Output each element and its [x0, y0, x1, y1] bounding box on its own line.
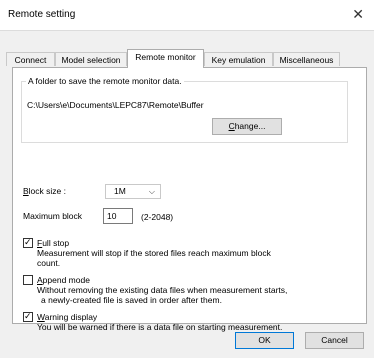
window-title: Remote setting: [8, 9, 76, 20]
max-block-input[interactable]: 10: [103, 208, 133, 224]
full-stop-checkbox[interactable]: ✓: [23, 237, 33, 248]
tab-miscellaneous[interactable]: Miscellaneous: [273, 52, 340, 66]
warning-display-desc: You will be warned if there is a data fi…: [37, 322, 283, 332]
title-bar: Remote setting ✕: [0, 0, 374, 30]
full-stop-desc-2: count.: [37, 258, 61, 268]
block-size-value: 1M: [114, 186, 126, 196]
folder-path: C:\Users\e\Documents\LEPC87\Remote\Buffe…: [27, 100, 204, 110]
warning-display-label[interactable]: Warning display: [37, 312, 97, 322]
change-button[interactable]: Change...: [212, 118, 282, 135]
full-stop-label[interactable]: Full stop: [37, 238, 69, 248]
append-mode-label[interactable]: Append mode: [37, 275, 90, 285]
tab-connect[interactable]: Connect: [6, 52, 55, 66]
tab-key-emulation[interactable]: Key emulation: [204, 52, 273, 66]
tab-strip: Connect Model selection Remote monitor K…: [6, 49, 366, 68]
append-mode-desc-2: a newly-created file is saved in order a…: [41, 295, 222, 305]
warning-display-checkbox[interactable]: ✓: [23, 311, 33, 322]
chevron-down-icon: ⌵: [148, 187, 155, 196]
full-stop-desc-1: Measurement will stop if the stored file…: [37, 248, 271, 258]
close-icon[interactable]: ✕: [352, 6, 364, 23]
max-block-range: (2-2048): [141, 212, 174, 222]
cancel-button[interactable]: Cancel: [305, 332, 364, 349]
folder-group-label: A folder to save the remote monitor data…: [26, 76, 184, 86]
folder-group: A folder to save the remote monitor data…: [21, 76, 348, 143]
block-size-label: Block size :: [23, 186, 66, 196]
remote-monitor-panel: A folder to save the remote monitor data…: [12, 67, 367, 332]
tab-model-selection[interactable]: Model selection: [55, 52, 127, 66]
max-block-label: Maximum block: [23, 211, 83, 221]
tab-remote-monitor[interactable]: Remote monitor: [127, 49, 204, 68]
check-mark-icon: ✓: [24, 311, 32, 321]
block-size-select[interactable]: 1M ⌵: [105, 184, 161, 199]
append-mode-checkbox[interactable]: [23, 275, 33, 285]
append-mode-desc-1: Without removing the existing data files…: [37, 285, 288, 295]
check-mark-icon: ✓: [24, 237, 32, 247]
dialog-body: Connect Model selection Remote monitor K…: [0, 30, 374, 358]
ok-button[interactable]: OK: [235, 332, 294, 349]
